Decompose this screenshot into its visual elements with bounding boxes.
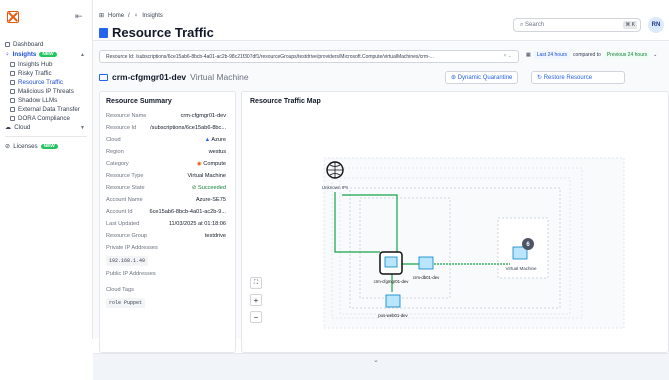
sidebar-item-insights-hub[interactable]: Insights Hub: [10, 61, 52, 68]
unknown-ips-label: Unknown IPs: [322, 185, 349, 190]
cloud-tags-label: Cloud Tags: [106, 287, 134, 293]
doc-icon: [10, 116, 15, 121]
new-badge: NEW: [39, 52, 57, 57]
traffic-map-card: Resource Traffic Map Unknown IPs crm-cfg…: [241, 91, 669, 353]
sidebar-item-external-data[interactable]: External Data Transfer: [10, 106, 80, 113]
sidebar-item-resource-traffic[interactable]: Resource Traffic: [10, 79, 63, 86]
chevron-down-icon[interactable]: ▼: [80, 125, 85, 131]
summary-row: Account Name Azure-SE75: [106, 197, 226, 203]
public-ip-label: Public IP Addresses: [106, 271, 156, 277]
cloud-tag: role Puppet: [106, 298, 146, 308]
avatar[interactable]: RN: [648, 17, 664, 33]
calendar-icon: ▦: [526, 52, 531, 58]
sidebar: ⇤ Dashboard ♀ Insights NEW ▲ Insights Hub …: [0, 0, 93, 339]
private-ip-value: 192.168.1.49: [106, 256, 149, 266]
cloud-icon: ☁: [5, 124, 12, 131]
cloud-region-box: [323, 157, 625, 329]
summary-row: Resource Name crm-cfgmgr01-dev: [106, 113, 226, 119]
page-title: Resource Traffic: [99, 25, 214, 40]
divider: [5, 136, 87, 137]
bottom-panel: ⌄: [93, 353, 669, 380]
clear-filter-icon[interactable]: × ⌄: [504, 53, 513, 59]
doc-icon: [10, 71, 15, 76]
summary-row: Account Id 6ce15ab6-8bcb-4a01-ac2b-9...: [106, 209, 226, 215]
insights-icon: ♀: [133, 12, 139, 19]
sidebar-item-risky-traffic[interactable]: Risky Traffic: [10, 70, 52, 77]
vm-node-icon: [384, 256, 398, 268]
doc-icon: [10, 80, 15, 85]
expand-panel-icon[interactable]: ⌄: [373, 356, 379, 364]
zoom-out-button[interactable]: −: [250, 311, 262, 323]
doc-icon: [10, 62, 15, 67]
node-label: crm-cfgmgr01-dev: [374, 279, 410, 284]
private-ip-label: Private IP Addresses: [106, 245, 158, 251]
resource-filter[interactable]: Resource Id: /subscriptions/6ce15ab6-8bc…: [99, 50, 519, 63]
grid-icon: [5, 42, 10, 47]
sidebar-item-dora[interactable]: DORA Compliance: [10, 115, 70, 122]
summary-row: Resource Id/subscriptions/6ce15ab6-8bc..…: [106, 125, 226, 131]
summary-row: Last Updated 11/03/2025 at 01:18:06: [106, 221, 226, 227]
web-vm-node: [385, 294, 401, 308]
doc-icon: [10, 98, 15, 103]
summary-row: Region westus: [106, 149, 226, 155]
db-vm-node: [418, 256, 434, 270]
dynamic-quarantine-button[interactable]: ⊛ Dynamic Quarantine: [445, 71, 519, 84]
lightbulb-icon: ♀: [5, 51, 10, 58]
shortcut-hint: ⌘ K: [623, 21, 637, 29]
doc-icon: [10, 89, 15, 94]
summary-row: Resource State ⊘ Succeeded: [106, 185, 226, 191]
restore-resource-button[interactable]: ↻ Restore Resource: [531, 71, 625, 84]
traffic-map[interactable]: Unknown IPs crm-cfgmgr01-dev crm-db01-de…: [242, 92, 669, 354]
page-icon: [99, 27, 108, 38]
main-content: Resource Id: /subscriptions/6ce15ab6-8bc…: [93, 40, 669, 380]
node-label: crm-db01-dev: [413, 275, 440, 280]
summary-row: Cloud ▲ Azure: [106, 137, 226, 143]
license-icon: ⊘: [5, 143, 11, 150]
collapse-sidebar-icon[interactable]: ⇤: [75, 11, 83, 22]
chevron-down-icon[interactable]: ⌄: [653, 52, 657, 58]
sidebar-item-cloud[interactable]: ☁ Cloud: [5, 124, 30, 131]
summary-row: Resource Group testdrive: [106, 233, 226, 239]
sidebar-item-licenses[interactable]: ⊘ Licenses NEW: [5, 143, 58, 150]
sidebar-item-shadow-llms[interactable]: Shadow LLMs: [10, 97, 57, 104]
vm-icon: [99, 73, 108, 81]
resource-name: crm-cfgmgr01-dev Virtual Machine: [99, 72, 249, 82]
search-input[interactable]: ⌕ Search ⌘ K: [513, 18, 641, 32]
summary-title: Resource Summary: [106, 98, 172, 105]
home-icon: ⊞: [99, 13, 105, 19]
summary-row: Category ◉ Compute: [106, 161, 226, 167]
quarantine-icon: ⊛: [451, 75, 458, 81]
summary-row: Resource Type Virtual Machine: [106, 173, 226, 179]
restore-icon: ↻: [537, 75, 544, 81]
sidebar-item-insights[interactable]: ♀ Insights NEW: [5, 51, 57, 58]
fit-view-button[interactable]: ⛶: [250, 277, 262, 289]
zoom-in-button[interactable]: +: [250, 294, 262, 306]
vm-group-label: Virtual Machine: [506, 266, 537, 271]
new-badge: NEW: [40, 144, 58, 149]
time-range[interactable]: ▦ Last 24 hours compared to Previous 24 …: [526, 51, 657, 59]
time-range-current[interactable]: Last 24 hours: [533, 51, 571, 59]
sidebar-item-malicious-ip[interactable]: Malicious IP Threats: [10, 88, 74, 95]
resource-summary-card: Resource Summary Resource Name crm-cfgmgr…: [99, 91, 236, 353]
time-range-previous[interactable]: Previous 24 hours: [603, 51, 651, 59]
breadcrumb: ⊞ Home / ♀ Insights: [99, 12, 163, 20]
crumb-insights[interactable]: Insights: [142, 13, 163, 19]
app-logo: [7, 11, 19, 23]
crumb-home[interactable]: Home: [108, 13, 124, 19]
node-label: pos-web01-dev: [378, 313, 408, 318]
topbar: ⊞ Home / ♀ Insights Resource Traffic ⌕ S…: [93, 0, 669, 40]
doc-icon: [10, 107, 15, 112]
sidebar-item-dashboard[interactable]: Dashboard: [5, 41, 43, 48]
chevron-up-icon[interactable]: ▲: [80, 52, 85, 58]
